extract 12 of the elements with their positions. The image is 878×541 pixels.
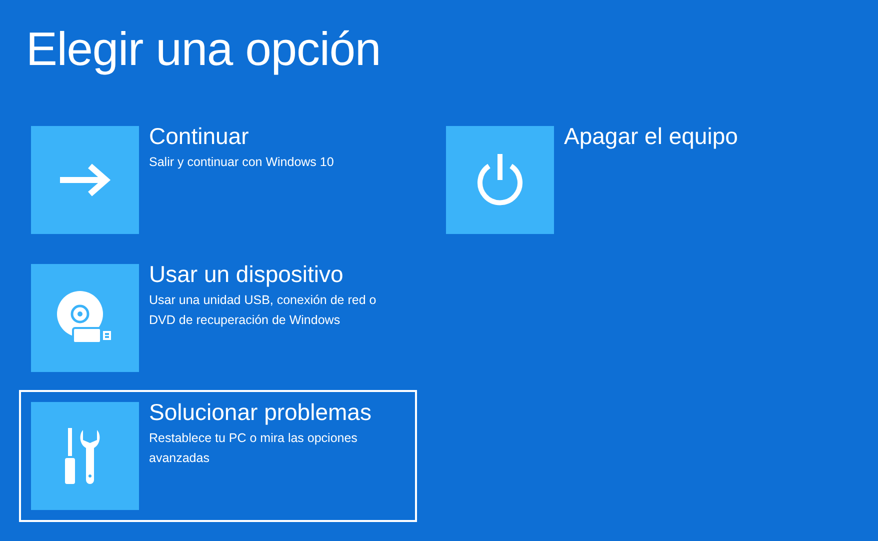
option-description: Restablece tu PC o mira las opciones avanzadas xyxy=(149,430,358,467)
option-title: Usar un dispositivo xyxy=(149,260,344,288)
option-description: Usar una unidad USB, conexión de red o DVD de recuperación de Windows xyxy=(149,292,378,329)
option-button[interactable]: Solucionar problemas Restablece tu PC o mira las opciones avanzadas xyxy=(19,390,417,522)
option-button[interactable]: Apagar el equipo xyxy=(434,114,832,246)
option-button[interactable]: Continuar Salir y continuar con Windows 10 xyxy=(19,114,417,246)
option-title: Apagar el equipo xyxy=(564,122,738,150)
page-title: Elegir una opción xyxy=(26,21,382,77)
option-title: Continuar xyxy=(149,122,250,150)
option-button[interactable]: Usar un dispositivo Usar una unidad USB, conexión de red o DVD de recuperación de Windows xyxy=(19,252,417,384)
option-title: Solucionar problemas xyxy=(149,398,372,426)
option-description: Salir y continuar con Windows 10 xyxy=(149,154,334,171)
